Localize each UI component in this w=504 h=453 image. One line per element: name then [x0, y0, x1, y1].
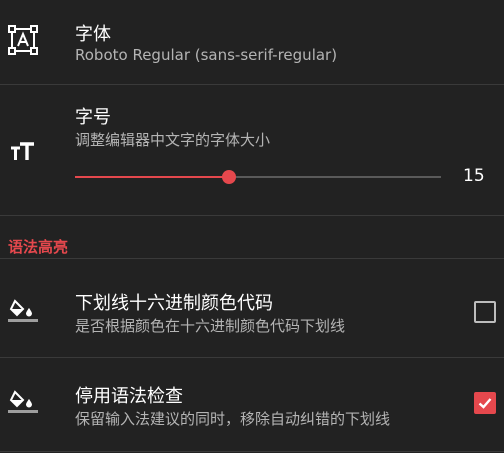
font-size-subtitle: 调整编辑器中文字的字体大小 [75, 131, 271, 149]
slider-thumb[interactable] [222, 170, 236, 184]
underline-hex-setting-row[interactable]: 下划线十六进制颜色代码 是否根据颜色在十六进制颜色代码下划线 [0, 259, 504, 347]
disable-spellcheck-title: 停用语法检查 [75, 386, 183, 407]
text-size-icon [7, 137, 39, 169]
underline-hex-checkbox[interactable] [474, 301, 496, 323]
check-icon [478, 398, 492, 409]
underline-hex-title: 下划线十六进制颜色代码 [75, 293, 273, 314]
section-header-syntax: 语法高亮 [8, 238, 69, 256]
divider [0, 215, 504, 216]
font-size-setting-row: 字号 调整编辑器中文字的字体大小 [0, 85, 504, 215]
font-title: 字体 [75, 24, 111, 45]
disable-spellcheck-subtitle: 保留输入法建议的同时，移除自动纠错的下划线 [75, 410, 391, 428]
font-subtitle: Roboto Regular (sans-serif-regular) [75, 46, 338, 64]
font-size-slider[interactable] [75, 170, 441, 184]
divider [0, 451, 504, 452]
slider-fill [75, 176, 229, 178]
settings-screen: 字体 Roboto Regular (sans-serif-regular) 字… [0, 0, 504, 453]
font-size-title: 字号 [75, 107, 111, 128]
underline-hex-subtitle: 是否根据颜色在十六进制颜色代码下划线 [75, 317, 346, 335]
font-setting-row[interactable]: 字体 Roboto Regular (sans-serif-regular) [0, 0, 504, 84]
format-color-fill-icon [7, 293, 39, 325]
disable-spellcheck-checkbox[interactable] [474, 392, 496, 414]
font-box-icon [7, 24, 39, 56]
disable-spellcheck-setting-row[interactable]: 停用语法检查 保留输入法建议的同时，移除自动纠错的下划线 [0, 358, 504, 452]
format-color-fill-icon [7, 384, 39, 416]
font-size-value: 15 [463, 166, 485, 186]
